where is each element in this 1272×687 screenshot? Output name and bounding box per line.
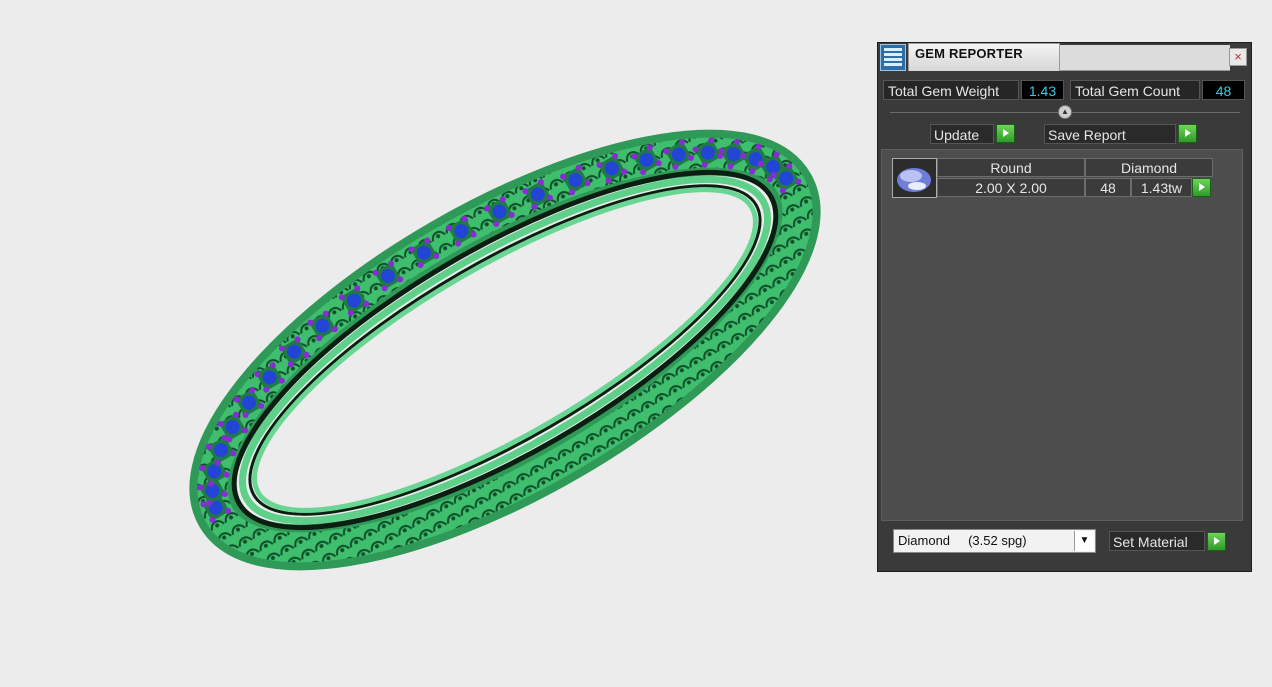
chevron-down-icon[interactable]: ▼	[1074, 531, 1094, 551]
total-gem-weight-label: Total Gem Weight	[883, 80, 1019, 100]
material-bar: Diamond (3.52 spg) ▼ Set Material	[878, 521, 1251, 571]
close-icon[interactable]: ×	[1229, 48, 1247, 66]
gem-list: Round Diamond 2.00 X 2.00 48 1.43tw	[881, 149, 1243, 521]
gem-shape-cell[interactable]: Round	[937, 158, 1085, 177]
update-button[interactable]: Update	[930, 124, 994, 144]
title-bar-fill	[1060, 45, 1230, 71]
gem-count-cell[interactable]: 48	[1085, 178, 1131, 197]
gem-reporter-panel: GEM REPORTER × Total Gem Weight 1.43 Tot…	[877, 42, 1252, 572]
total-gem-weight-value: 1.43	[1021, 80, 1064, 100]
save-report-button[interactable]: Save Report	[1044, 124, 1176, 144]
save-report-go-icon[interactable]	[1178, 124, 1197, 143]
update-go-icon[interactable]	[996, 124, 1015, 143]
material-select[interactable]: Diamond (3.52 spg) ▼	[893, 529, 1096, 553]
ring-model[interactable]	[0, 0, 870, 682]
set-material-go-icon[interactable]	[1207, 532, 1226, 551]
title-bar: GEM REPORTER ×	[878, 43, 1251, 73]
set-material-button[interactable]: Set Material	[1109, 531, 1205, 551]
gem-reporter-icon	[880, 44, 906, 71]
material-select-value: Diamond (3.52 spg)	[898, 533, 1027, 548]
panel-title: GEM REPORTER	[915, 46, 1023, 61]
title-tab: GEM REPORTER	[908, 43, 1060, 71]
total-gem-count-value: 48	[1202, 80, 1245, 100]
gem-row-go-icon[interactable]	[1192, 178, 1211, 197]
gem-material-cell[interactable]: Diamond	[1085, 158, 1213, 177]
3d-viewport[interactable]	[0, 0, 870, 682]
round-gem-icon[interactable]	[892, 158, 937, 198]
collapse-handle-icon[interactable]: ▲	[1058, 105, 1072, 119]
gem-size-cell[interactable]: 2.00 X 2.00	[937, 178, 1085, 197]
total-gem-count-label: Total Gem Count	[1070, 80, 1200, 100]
gem-weight-cell[interactable]: 1.43tw	[1131, 178, 1192, 197]
